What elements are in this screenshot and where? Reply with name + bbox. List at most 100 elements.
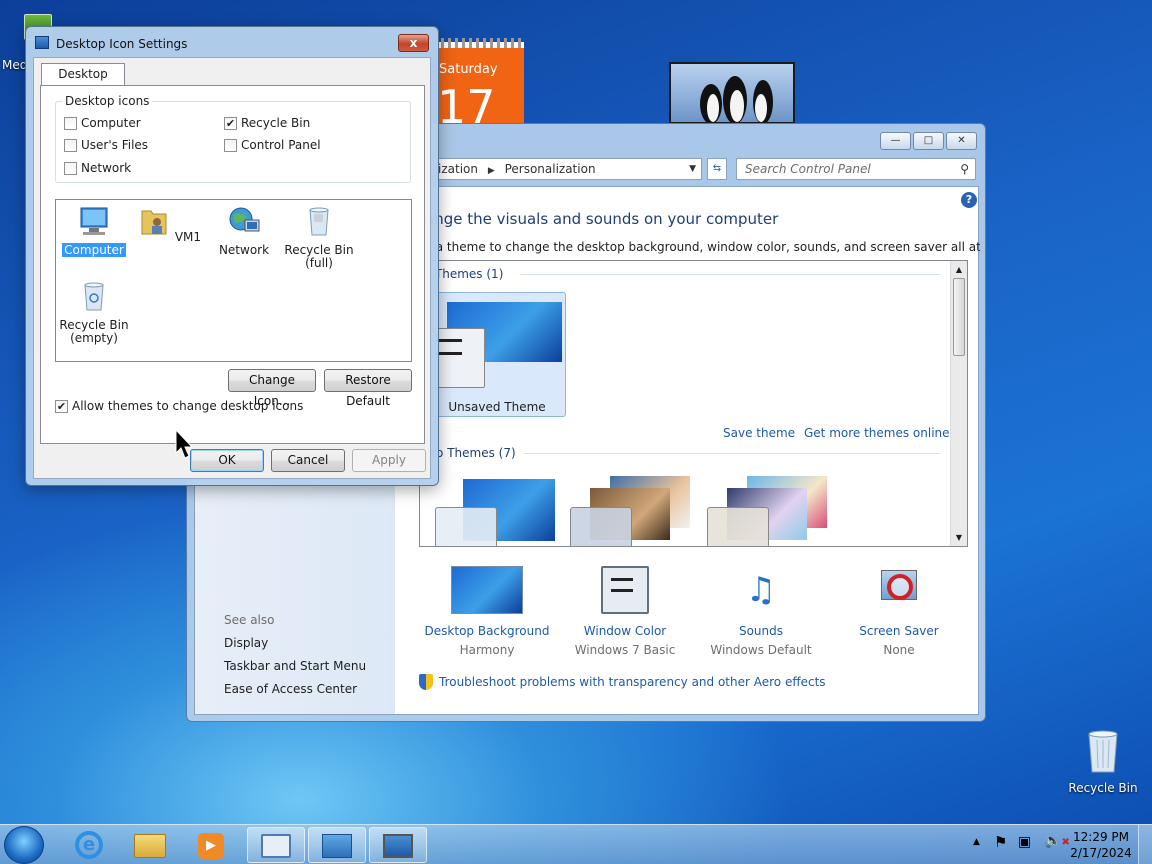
- screen-saver-sub: None: [883, 643, 915, 657]
- allow-themes-checkbox[interactable]: ✔ Allow themes to change desktop icons: [55, 399, 303, 413]
- architecture-window-preview: [570, 507, 632, 546]
- get-more-themes-link[interactable]: Get more themes online: [804, 426, 950, 440]
- checkbox-users-files[interactable]: User's Files: [64, 138, 148, 152]
- breadcrumb-prev[interactable]: ization: [438, 162, 478, 176]
- icon-label-computer: Computer: [62, 243, 126, 257]
- address-dropdown-icon[interactable]: ▼: [689, 159, 696, 179]
- taskbar-media-player[interactable]: ▶: [182, 827, 240, 863]
- dialog-close-button[interactable]: x: [398, 34, 429, 52]
- network-tray-icon[interactable]: ▣: [1018, 834, 1031, 850]
- refresh-button[interactable]: ⇆: [707, 158, 727, 180]
- icon-item-network[interactable]: Network: [206, 205, 282, 257]
- checkbox-users-files-box[interactable]: [64, 138, 77, 152]
- icon-label-recycle-empty: Recycle Bin (empty): [59, 318, 129, 345]
- checkbox-control-panel-box[interactable]: [224, 138, 237, 152]
- icon-item-vm1[interactable]: VM1: [131, 205, 207, 244]
- clock-time: 12:29 PM: [1073, 830, 1129, 844]
- start-button[interactable]: [4, 826, 44, 864]
- desktop-media-label: Med: [2, 58, 28, 72]
- checkbox-recycle-bin-box[interactable]: ✔: [224, 116, 237, 130]
- icon-item-computer[interactable]: Computer: [56, 205, 132, 257]
- save-theme-link[interactable]: Save theme: [723, 426, 795, 440]
- screen-saver-item[interactable]: Screen Saver None: [824, 566, 974, 657]
- page-heading: ange the visuals and sounds on your comp…: [425, 210, 779, 228]
- taskbar-window-2[interactable]: [308, 827, 366, 863]
- help-icon[interactable]: ?: [961, 192, 977, 208]
- allow-themes-box[interactable]: ✔: [55, 399, 68, 413]
- taskbar-control-panel[interactable]: [247, 827, 305, 863]
- desktop-recycle-bin[interactable]: Recycle Bin: [1068, 728, 1138, 798]
- see-also-display[interactable]: Display: [224, 636, 268, 650]
- folder-icon: [134, 834, 166, 858]
- minimize-button[interactable]: —: [880, 132, 911, 150]
- ok-button[interactable]: OK: [190, 449, 264, 472]
- show-desktop-button[interactable]: [1138, 825, 1152, 864]
- recycle-bin-full-icon: [309, 207, 329, 236]
- characters-window-preview: [707, 507, 769, 546]
- cancel-button[interactable]: Cancel: [271, 449, 345, 472]
- search-input[interactable]: Search Control Panel ⚲: [736, 158, 976, 180]
- see-also-ease-of-access[interactable]: Ease of Access Center: [224, 682, 357, 696]
- apply-button[interactable]: Apply: [352, 449, 426, 472]
- checkbox-network[interactable]: Network: [64, 161, 131, 175]
- taskbar-desktop-icon-settings[interactable]: [369, 827, 427, 863]
- volume-muted-icon[interactable]: 🔈✖: [1044, 833, 1070, 849]
- desktop-icons-panel: Desktop icons Computer ✔ Recycle Bin User…: [40, 85, 425, 444]
- breadcrumb-current[interactable]: Personalization: [505, 162, 596, 176]
- checkbox-network-box[interactable]: [64, 161, 77, 175]
- troubleshoot-link[interactable]: Troubleshoot problems with transparency …: [419, 674, 826, 690]
- window-color-icon: [601, 566, 649, 614]
- windows7-window-preview: [435, 507, 497, 546]
- taskbar-ie[interactable]: e: [60, 827, 118, 863]
- no-entry-icon: [887, 574, 913, 600]
- scroll-thumb[interactable]: [953, 278, 965, 356]
- taskbar-explorer[interactable]: [121, 827, 179, 863]
- allow-themes-label: Allow themes to change desktop icons: [72, 399, 304, 413]
- change-icon-button[interactable]: Change Icon...: [228, 369, 316, 408]
- tab-desktop-icons[interactable]: Desktop Icons: [41, 63, 125, 102]
- desktop-background-icon: [451, 566, 523, 614]
- checkbox-control-panel[interactable]: Control Panel: [224, 138, 321, 152]
- dialog-body: Desktop Icons Desktop icons Computer ✔ Re…: [33, 57, 431, 479]
- scroll-up-icon[interactable]: ▲: [951, 261, 967, 278]
- search-placeholder: Search Control Panel: [745, 162, 871, 176]
- icon-item-recycle-full[interactable]: Recycle Bin (full): [281, 205, 357, 270]
- close-window-button[interactable]: ✕: [946, 132, 977, 150]
- aero-theme-characters[interactable]: [707, 476, 832, 546]
- network-icon: [229, 207, 260, 232]
- unsaved-theme-label: Unsaved Theme: [448, 400, 546, 414]
- icon-list[interactable]: Computer VM1 Network Recycle Bin (full) …: [55, 199, 412, 362]
- penguins-image: [700, 76, 773, 124]
- themes-scrollbar[interactable]: ▲ ▼: [950, 261, 967, 546]
- action-center-icon[interactable]: ⚑: [994, 833, 1007, 851]
- themes-list[interactable]: y Themes (1) Unsaved Theme Save theme Ge…: [419, 260, 968, 547]
- window-color-item[interactable]: Window Color Windows 7 Basic: [550, 566, 700, 657]
- unsaved-theme-item[interactable]: Unsaved Theme: [426, 292, 566, 417]
- aero-theme-architecture[interactable]: [570, 476, 695, 546]
- checkbox-network-label: Network: [81, 161, 132, 175]
- show-hidden-icons[interactable]: ▲: [973, 837, 980, 847]
- address-bar[interactable]: ization ▶ Personalization ▼: [437, 158, 702, 180]
- dialog-title: Desktop Icon Settings: [56, 37, 188, 51]
- recycle-bin-empty-icon: [84, 282, 104, 311]
- scroll-down-icon[interactable]: ▼: [951, 529, 967, 546]
- sounds-item[interactable]: ♫ Sounds Windows Default: [686, 566, 836, 657]
- maximize-button[interactable]: □: [913, 132, 944, 150]
- icon-item-recycle-empty[interactable]: Recycle Bin (empty): [56, 280, 132, 345]
- calendar-gadget[interactable]: Saturday 17: [437, 38, 524, 130]
- see-also-taskbar[interactable]: Taskbar and Start Menu: [224, 659, 366, 673]
- desktop-background-item[interactable]: Desktop Background Harmony: [412, 566, 562, 657]
- checkbox-computer-box[interactable]: [64, 116, 77, 130]
- aero-theme-windows7[interactable]: [435, 479, 560, 546]
- checkbox-computer[interactable]: Computer: [64, 116, 141, 130]
- clock[interactable]: 12:29 PM 2/17/2024: [1070, 829, 1132, 861]
- group-label: Desktop icons: [62, 94, 153, 108]
- recycle-bin-label: Recycle Bin: [1068, 781, 1138, 795]
- breadcrumb-separator-icon: ▶: [487, 166, 495, 176]
- icon-label-vm1: VM1: [174, 230, 202, 244]
- desktop-icon-settings-dialog: Desktop Icon Settings x Desktop Icons De…: [25, 26, 439, 486]
- restore-default-button[interactable]: Restore Default: [324, 369, 412, 408]
- checkbox-recycle-bin[interactable]: ✔ Recycle Bin: [224, 116, 310, 130]
- slideshow-gadget[interactable]: [669, 62, 795, 124]
- checkbox-computer-label: Computer: [81, 116, 141, 130]
